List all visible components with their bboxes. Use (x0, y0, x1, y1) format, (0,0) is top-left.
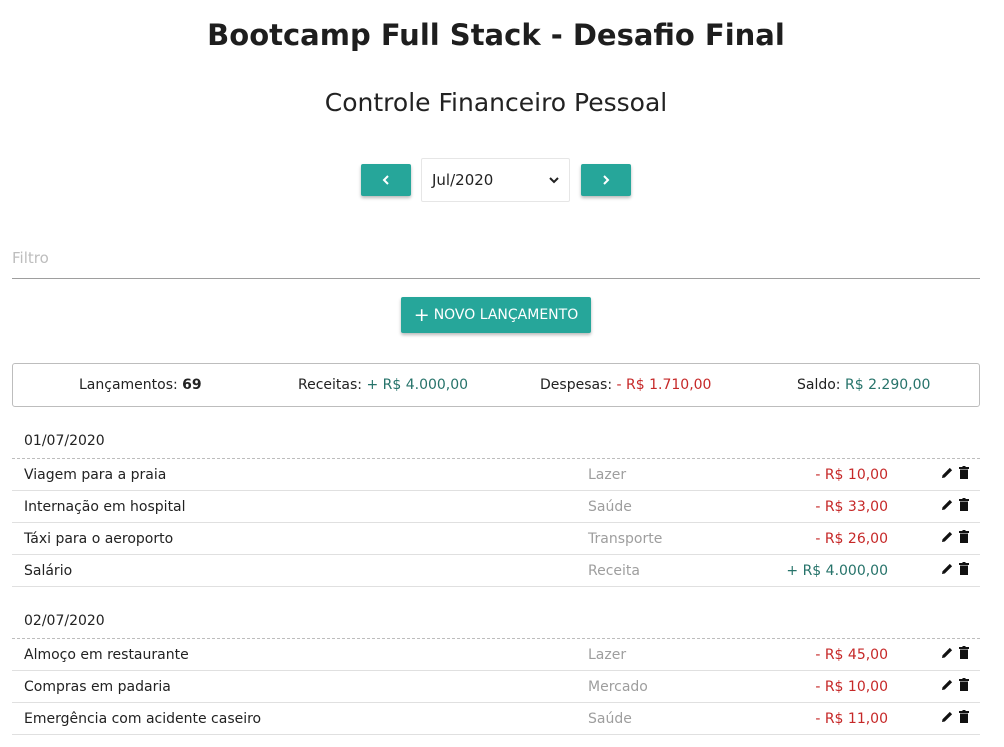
trash-icon (959, 530, 969, 543)
plus-icon: + (413, 303, 430, 326)
transaction-category: Mercado (588, 679, 648, 695)
transaction-value: - R$ 33,00 (815, 499, 888, 515)
transaction-value: - R$ 45,00 (815, 647, 888, 663)
transaction-value: - R$ 10,00 (815, 467, 888, 483)
transaction-description: Táxi para o aeroporto (24, 531, 174, 547)
transaction-category: Lazer (588, 647, 627, 663)
summary-expense: Despesas: - R$ 1.710,00 (540, 377, 711, 393)
transaction-category: Transporte (588, 531, 663, 547)
new-transaction-label: NOVO LANÇAMENTO (433, 307, 579, 323)
transaction-category: Saúde (588, 499, 632, 515)
page-subtitle: Controle Financeiro Pessoal (324, 88, 668, 117)
trash-icon (959, 562, 969, 575)
transaction-category: Receita (588, 563, 640, 579)
trash-icon (959, 710, 969, 723)
chevron-down-icon (549, 177, 559, 184)
page-title: Bootcamp Full Stack - Desafio Final (207, 18, 785, 52)
summary-income-value: + R$ 4.000,00 (366, 377, 469, 393)
transaction-description: Salário (24, 563, 73, 579)
summary-balance: Saldo: R$ 2.290,00 (797, 377, 930, 393)
edit-button[interactable] (941, 646, 954, 659)
pencil-icon (942, 647, 953, 658)
filter-input[interactable] (12, 240, 980, 276)
day-header: 02/07/2020 (12, 613, 980, 639)
trash-icon (959, 466, 969, 479)
trash-icon (959, 646, 969, 659)
trash-icon (959, 498, 969, 511)
summary-expense-label: Despesas: (540, 377, 617, 393)
transaction-value: - R$ 26,00 (815, 531, 888, 547)
summary-income-label: Receitas: (298, 377, 367, 393)
delete-button[interactable] (959, 710, 969, 723)
row-actions (941, 678, 969, 691)
delete-button[interactable] (959, 530, 969, 543)
delete-button[interactable] (959, 466, 969, 479)
transaction-value: + R$ 4.000,00 (786, 563, 888, 579)
transaction-row: Almoço em restaurante Lazer - R$ 45,00 (12, 639, 980, 671)
summary-panel: Lançamentos: 69 Receitas: + R$ 4.000,00 … (12, 363, 980, 407)
new-transaction-button[interactable]: + NOVO LANÇAMENTO (401, 297, 591, 333)
edit-button[interactable] (941, 498, 954, 511)
transaction-row: Compras em padaria Mercado - R$ 10,00 (12, 671, 980, 703)
summary-count: Lançamentos: 69 (79, 377, 202, 393)
next-month-button[interactable] (581, 164, 631, 196)
delete-button[interactable] (959, 646, 969, 659)
summary-expense-value: - R$ 1.710,00 (616, 377, 712, 393)
row-actions (941, 562, 969, 575)
edit-button[interactable] (941, 678, 954, 691)
transaction-description: Viagem para a praia (24, 467, 167, 483)
row-actions (941, 530, 969, 543)
transaction-description: Emergência com acidente caseiro (24, 711, 262, 727)
pencil-icon (942, 711, 953, 722)
chevron-left-icon (382, 175, 389, 185)
pencil-icon (942, 563, 953, 574)
chevron-right-icon (603, 175, 610, 185)
transaction-description: Almoço em restaurante (24, 647, 189, 663)
pencil-icon (942, 467, 953, 478)
period-select[interactable]: Jul/2020 (421, 158, 570, 202)
day-header: 01/07/2020 (12, 433, 980, 459)
transaction-description: Internação em hospital (24, 499, 186, 515)
edit-button[interactable] (941, 710, 954, 723)
pencil-icon (942, 531, 953, 542)
edit-button[interactable] (941, 562, 954, 575)
row-actions (941, 466, 969, 479)
transaction-row: Táxi para o aeroporto Transporte - R$ 26… (12, 523, 980, 555)
transaction-row: Salário Receita + R$ 4.000,00 (12, 555, 980, 587)
edit-button[interactable] (941, 530, 954, 543)
summary-balance-label: Saldo: (797, 377, 845, 393)
transaction-value: - R$ 11,00 (815, 711, 888, 727)
summary-count-value: 69 (182, 377, 202, 393)
transaction-category: Saúde (588, 711, 632, 727)
summary-balance-value: R$ 2.290,00 (844, 377, 931, 393)
summary-count-label: Lançamentos: (79, 377, 183, 393)
delete-button[interactable] (959, 678, 969, 691)
edit-button[interactable] (941, 466, 954, 479)
previous-month-button[interactable] (361, 164, 411, 196)
summary-income: Receitas: + R$ 4.000,00 (298, 377, 468, 393)
pencil-icon (942, 499, 953, 510)
period-select-value: Jul/2020 (432, 171, 494, 189)
row-actions (941, 498, 969, 511)
pencil-icon (942, 679, 953, 690)
row-actions (941, 646, 969, 659)
transaction-category: Lazer (588, 467, 627, 483)
trash-icon (959, 678, 969, 691)
transaction-value: - R$ 10,00 (815, 679, 888, 695)
transaction-row: Internação em hospital Saúde - R$ 33,00 (12, 491, 980, 523)
transaction-row: Emergência com acidente caseiro Saúde - … (12, 703, 980, 735)
delete-button[interactable] (959, 562, 969, 575)
filter-field (12, 240, 980, 279)
transaction-row: Viagem para a praia Lazer - R$ 10,00 (12, 459, 980, 491)
transaction-description: Compras em padaria (24, 679, 171, 695)
delete-button[interactable] (959, 498, 969, 511)
row-actions (941, 710, 969, 723)
